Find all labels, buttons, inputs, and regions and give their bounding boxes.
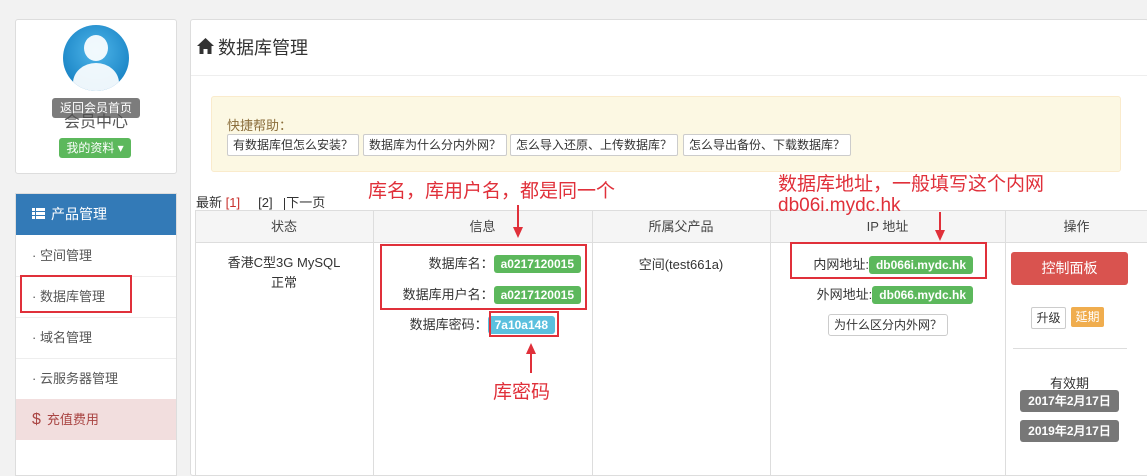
col-parent: 所属父产品 [648,219,714,234]
annotation-arrow-down-2 [935,212,945,241]
highlight-inner-address [790,242,987,279]
help-link-import[interactable]: 怎么导入还原、上传数据库？ [510,134,679,156]
back-home-tooltip: 返回会员首页 [52,98,140,118]
quick-help-title: 快捷帮助： [227,118,293,133]
pager-page-1[interactable]: [1] [226,195,240,210]
product-management-header[interactable]: 产品管理 [16,194,176,235]
divider [191,75,1147,76]
highlight-db-name-user [380,244,587,310]
highlight-db-password [489,311,559,337]
annotation-same-note: 库名，库用户名，都是同一个 [368,181,616,202]
sidebar-item-recharge[interactable]: $ 充值费用 [16,399,176,440]
outer-addr-row: 外网地址: db066.mydc.hk [791,284,973,304]
pager-page-2[interactable]: [2] [258,195,272,210]
validity-start-date: 2017年2月17日 [1020,390,1119,412]
sidebar-menu: 产品管理 · 空间管理 · 数据库管理 · 域名管理 · 云服务器管理 $ 充值费… [15,193,177,476]
db-pass-label: 数据库密码： [409,317,488,332]
avatar[interactable] [63,25,129,91]
sidebar-item-cloud-server[interactable]: · 云服务器管理 [16,359,176,400]
table-row-status: 香港C型3G MySQL 正常 [227,255,341,290]
annotation-addr-note-2: db06i.mydc.hk [778,195,901,216]
upgrade-button[interactable]: 升级 [1031,307,1066,329]
parent-product[interactable]: 空间(test661a) [592,254,770,273]
pager-latest[interactable]: 最新 [196,195,222,210]
profile-card: 会员中心 返回会员首页 我的资料 ▾ [15,19,177,174]
sidebar-item-space[interactable]: · 空间管理 [16,236,176,277]
sidebar-item-domain[interactable]: · 域名管理 [16,318,176,359]
outer-addr-label: 外网地址: [816,287,873,302]
pager-next[interactable]: 下一页 [286,195,325,210]
annotation-addr-note-1: 数据库地址，一般填写这个内网 [778,174,1045,195]
col-info: 信息 [469,219,496,234]
home-icon [197,38,214,59]
col-status: 状态 [270,219,297,234]
annotation-arrow-down-1 [513,205,523,238]
main-panel: 数据库管理 快捷帮助： 有数据库但怎么安装？ 数据库为什么分内外网？ 怎么导入还… [190,19,1147,476]
validity-end-date: 2019年2月17日 [1020,420,1119,442]
dollar-icon: $ [32,411,41,428]
col-actions: 操作 [1063,219,1090,234]
extend-button[interactable]: 延期 [1071,307,1104,327]
outer-addr-value: db066.mydc.hk [872,286,973,304]
pagination: 最新 [1] [2] 下一页 [196,192,325,211]
help-link-inner-outer[interactable]: 数据库为什么分内外网？ [363,134,508,156]
help-link-export[interactable]: 怎么导出备份、下载数据库？ [683,134,852,156]
control-panel-button[interactable]: 控制面板 [1011,252,1128,285]
help-link-install[interactable]: 有数据库但怎么安装？ [227,134,360,156]
highlight-database-menu [20,275,132,313]
annotation-arrow-up [526,343,536,373]
why-inner-outer-button[interactable]: 为什么区分内外网？ [828,314,949,336]
product-management-label: 产品管理 [51,206,107,222]
my-info-dropdown[interactable]: 我的资料 ▾ [59,138,131,158]
list-icon [32,194,45,235]
quick-help-box: 快捷帮助： 有数据库但怎么安装？ 数据库为什么分内外网？ 怎么导入还原、上传数据… [211,96,1121,172]
annotation-pass-note: 库密码 [493,382,551,403]
page-title: 数据库管理 [197,34,308,60]
